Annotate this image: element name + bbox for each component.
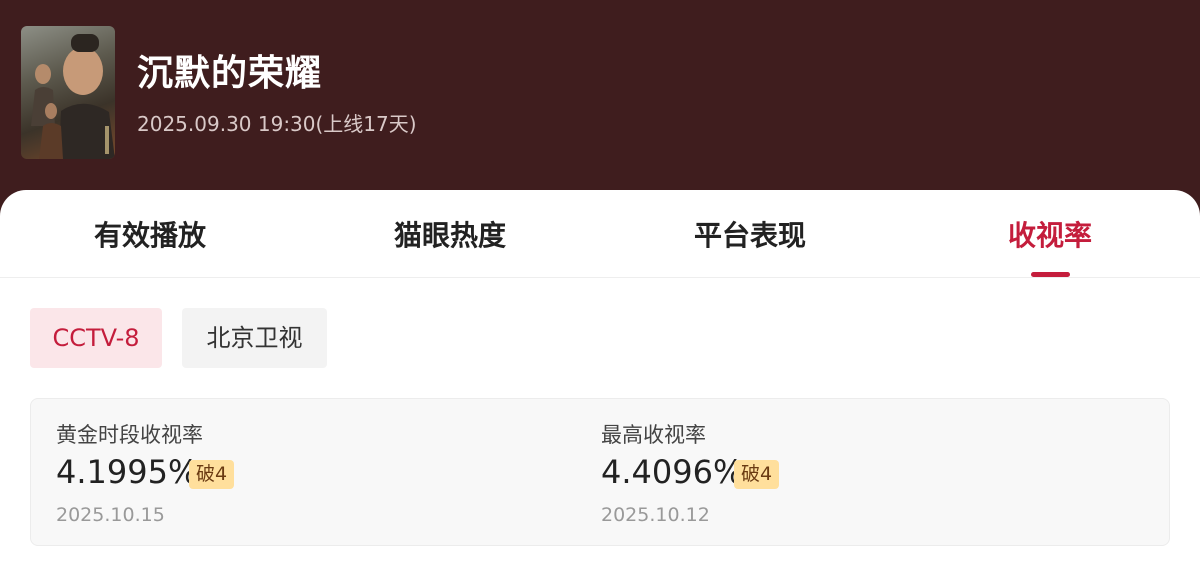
stat-date: 2025.10.12	[601, 504, 710, 526]
release-info: 2025.09.30 19:30(上线17天)	[137, 112, 417, 136]
stat-value: 4.1995%	[56, 453, 199, 491]
stat-date: 2025.10.15	[56, 504, 165, 526]
ratings-card: 有效播放 猫眼热度 平台表现 收视率 CCTV-8 北京卫视 黄金时段收视率 4…	[0, 190, 1200, 574]
tab-ratings[interactable]: 收视率	[900, 214, 1200, 254]
tab-platform-performance[interactable]: 平台表现	[600, 214, 900, 254]
stat-label: 黄金时段收视率	[56, 423, 203, 447]
channel-chip-beijing-tv[interactable]: 北京卫视	[182, 308, 327, 368]
stat-value: 4.4096%	[601, 453, 744, 491]
active-tab-indicator	[1031, 272, 1070, 277]
tab-bar: 有效播放 猫眼热度 平台表现 收视率	[0, 190, 1200, 278]
header: 沉默的荣耀 2025.09.30 19:30(上线17天)	[0, 0, 1200, 215]
tab-maoyan-heat[interactable]: 猫眼热度	[300, 214, 600, 254]
milestone-badge: 破4	[189, 460, 235, 489]
tab-effective-plays[interactable]: 有效播放	[0, 214, 300, 254]
poster-art	[31, 34, 115, 159]
channel-chip-cctv8[interactable]: CCTV-8	[30, 308, 162, 368]
stat-label: 最高收视率	[601, 423, 706, 447]
drama-title: 沉默的荣耀	[137, 53, 323, 94]
page: 沉默的荣耀 2025.09.30 19:30(上线17天) 有效播放 猫眼热度 …	[0, 0, 1200, 574]
milestone-badge: 破4	[734, 460, 780, 489]
ratings-stats-panel: 黄金时段收视率 4.1995% 破4 2025.10.15 最高收视率 4.40…	[30, 398, 1170, 546]
poster-image[interactable]	[21, 26, 115, 159]
